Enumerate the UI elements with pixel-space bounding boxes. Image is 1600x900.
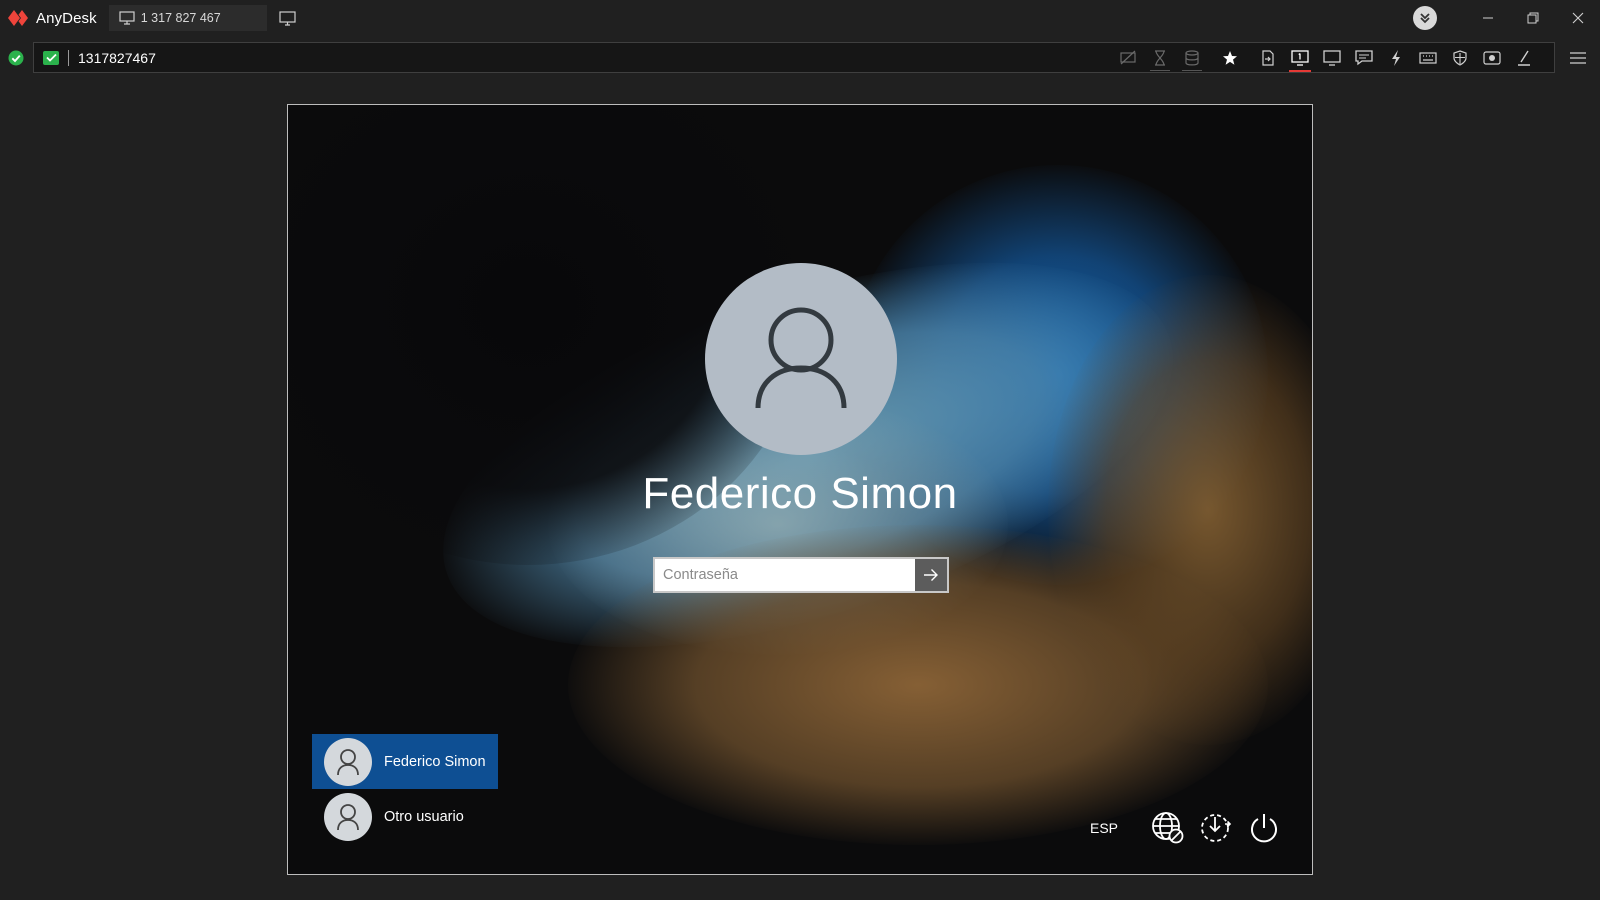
arrow-right-icon bbox=[924, 569, 938, 581]
password-box bbox=[653, 557, 949, 593]
hamburger-menu-icon bbox=[1569, 52, 1586, 64]
database-button[interactable] bbox=[1176, 43, 1208, 72]
login-user-name: Federico Simon bbox=[642, 469, 958, 518]
power-button[interactable] bbox=[1246, 810, 1282, 846]
privacy-mode-button[interactable] bbox=[1112, 43, 1144, 72]
power-icon bbox=[1251, 814, 1277, 843]
keyboard-button[interactable] bbox=[1412, 43, 1444, 72]
actions-icon bbox=[1392, 49, 1400, 66]
permissions-button[interactable] bbox=[1444, 43, 1476, 72]
window-controls bbox=[1413, 0, 1600, 36]
network-button[interactable] bbox=[1150, 810, 1186, 846]
remote-screen[interactable]: Federico Simon Federico Simon Otro usuar… bbox=[287, 104, 1313, 875]
user-silhouette-icon bbox=[337, 748, 359, 775]
user-silhouette-icon bbox=[755, 307, 847, 409]
anydesk-logo-icon bbox=[8, 10, 28, 26]
minimize-button[interactable] bbox=[1465, 0, 1510, 36]
monitor-1-button[interactable] bbox=[1284, 43, 1316, 72]
globe-no-network-icon bbox=[1152, 812, 1184, 844]
monitor-1-icon bbox=[1291, 49, 1309, 66]
user-avatar-small bbox=[324, 737, 372, 786]
user-avatar bbox=[705, 263, 897, 455]
chat-icon bbox=[1355, 49, 1373, 65]
session-tab-label: 1 317 827 467 bbox=[140, 11, 221, 25]
main-menu-button[interactable] bbox=[1555, 40, 1600, 76]
permissions-icon bbox=[1453, 49, 1467, 66]
database-icon bbox=[1185, 49, 1199, 65]
user-switcher: Federico Simon Otro usuario bbox=[312, 734, 498, 844]
record-button[interactable] bbox=[1476, 43, 1508, 72]
download-button[interactable] bbox=[1413, 6, 1437, 30]
timer-button[interactable] bbox=[1144, 43, 1176, 72]
verified-icon bbox=[43, 50, 59, 65]
user-item-label: Federico Simon bbox=[384, 753, 486, 770]
favorite-star-icon bbox=[1223, 50, 1237, 65]
address-value[interactable]: 1317827467 bbox=[78, 50, 156, 66]
title-bar: AnyDesk 1 317 827 467 bbox=[0, 0, 1600, 36]
user-avatar-small bbox=[324, 792, 372, 841]
connection-status bbox=[0, 50, 32, 66]
close-button[interactable] bbox=[1555, 0, 1600, 36]
file-transfer-button[interactable] bbox=[1252, 43, 1284, 72]
display-icon bbox=[1323, 49, 1341, 66]
app-name: AnyDesk bbox=[36, 9, 97, 27]
check-circle-icon bbox=[8, 50, 24, 66]
whiteboard-icon bbox=[1518, 50, 1530, 66]
toolbar-icons bbox=[1112, 43, 1540, 72]
restore-button[interactable] bbox=[1510, 0, 1555, 36]
close-icon bbox=[1572, 12, 1583, 24]
keyboard-icon bbox=[1419, 51, 1437, 64]
chat-button[interactable] bbox=[1348, 43, 1380, 72]
address-bar[interactable]: 1317827467 bbox=[33, 42, 1555, 73]
record-icon bbox=[1483, 50, 1501, 65]
session-toolbar: 1317827467 bbox=[0, 40, 1600, 76]
timer-icon bbox=[1155, 49, 1165, 66]
ease-of-access-icon bbox=[1201, 814, 1232, 842]
new-monitor-icon bbox=[279, 11, 296, 26]
display-button[interactable] bbox=[1316, 43, 1348, 72]
whiteboard-button[interactable] bbox=[1508, 43, 1540, 72]
brand: AnyDesk bbox=[0, 0, 97, 36]
user-item-other-user[interactable]: Otro usuario bbox=[312, 789, 498, 844]
new-session-button[interactable] bbox=[275, 5, 301, 31]
file-transfer-icon bbox=[1262, 49, 1274, 66]
password-input[interactable] bbox=[655, 559, 915, 591]
restore-icon bbox=[1527, 12, 1538, 24]
address-separator bbox=[68, 49, 69, 66]
user-item-federico-simon[interactable]: Federico Simon bbox=[312, 734, 498, 789]
user-silhouette-icon bbox=[337, 803, 359, 830]
privacy-mode-icon bbox=[1120, 50, 1136, 64]
chevron-down-circle-icon bbox=[1420, 13, 1430, 24]
user-item-label: Otro usuario bbox=[384, 808, 464, 825]
actions-button[interactable] bbox=[1380, 43, 1412, 72]
accessibility-button[interactable] bbox=[1198, 810, 1234, 846]
session-tab[interactable]: 1 317 827 467 bbox=[108, 5, 267, 31]
lock-screen-controls: ESP bbox=[1090, 810, 1282, 846]
language-indicator[interactable]: ESP bbox=[1090, 820, 1118, 836]
monitor-icon bbox=[119, 11, 135, 25]
minimize-icon bbox=[1482, 17, 1493, 19]
submit-password-button[interactable] bbox=[915, 559, 947, 591]
favorite-button[interactable] bbox=[1214, 43, 1246, 72]
